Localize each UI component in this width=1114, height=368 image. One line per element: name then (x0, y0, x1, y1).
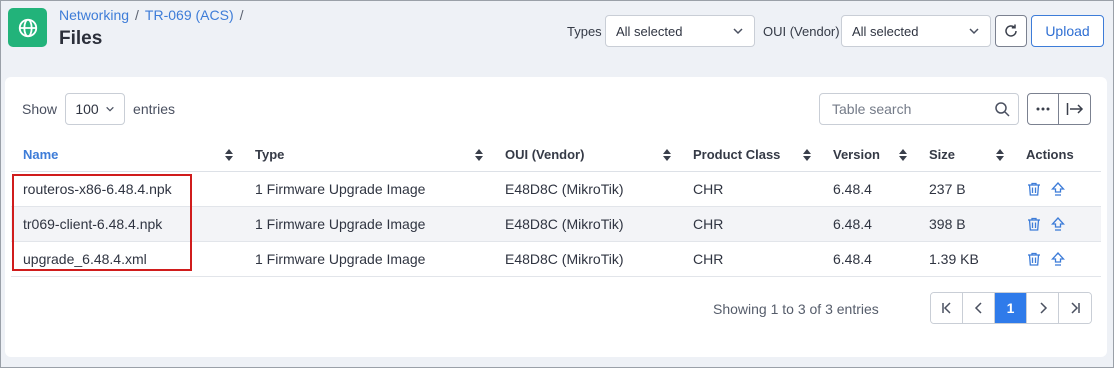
column-header-product-class[interactable]: Product Class (681, 139, 821, 172)
last-page-button[interactable] (1059, 293, 1091, 323)
table-header-row: Name Type OUI (Vendor) Product Class Ver… (11, 139, 1101, 172)
sort-icon (475, 149, 483, 161)
upload-arrow-icon[interactable] (1050, 216, 1066, 232)
types-label: Types (567, 24, 602, 39)
table-row: routeros-x86-6.48.4.npk 1 Firmware Upgra… (11, 171, 1101, 207)
cell-type: 1 Firmware Upgrade Image (243, 171, 493, 207)
breadcrumb-separator: / (135, 7, 139, 23)
cell-oui: E48D8C (MikroTik) (493, 171, 681, 207)
first-page-icon (941, 302, 951, 314)
entries-label: entries (133, 101, 176, 117)
trash-icon[interactable] (1026, 216, 1042, 232)
showing-entries-text: Showing 1 to 3 of 3 entries (713, 301, 879, 317)
trash-icon[interactable] (1026, 181, 1042, 197)
chevron-down-icon (733, 28, 743, 35)
table-row: upgrade_6.48.4.xml 1 Firmware Upgrade Im… (11, 241, 1101, 277)
sort-icon (803, 149, 811, 161)
cell-name[interactable]: upgrade_6.48.4.xml (11, 241, 243, 277)
cell-actions (1014, 206, 1101, 242)
more-options-button[interactable] (1028, 94, 1060, 124)
column-header-version[interactable]: Version (821, 139, 917, 172)
arrow-right-bar-icon (1066, 103, 1083, 115)
column-header-name[interactable]: Name (11, 139, 243, 172)
column-header-label: OUI (Vendor) (505, 147, 585, 163)
oui-select-value: All selected (852, 23, 919, 39)
cell-name[interactable]: tr069-client-6.48.4.npk (11, 206, 243, 242)
chevron-left-icon (974, 302, 982, 314)
cell-type: 1 Firmware Upgrade Image (243, 206, 493, 242)
cell-size: 1.39 KB (917, 241, 1014, 277)
cell-name[interactable]: routeros-x86-6.48.4.npk (11, 171, 243, 207)
column-header-type[interactable]: Type (243, 139, 493, 172)
oui-label: OUI (Vendor) (763, 24, 840, 39)
column-header-label: Name (23, 147, 59, 163)
column-header-size[interactable]: Size (917, 139, 1014, 172)
sort-icon (225, 149, 233, 161)
trash-icon[interactable] (1026, 251, 1042, 267)
column-header-oui[interactable]: OUI (Vendor) (493, 139, 681, 172)
cell-version: 6.48.4 (821, 241, 917, 277)
oui-select[interactable]: All selected (841, 15, 991, 47)
breadcrumb-networking[interactable]: Networking (59, 7, 129, 23)
cell-product-class: CHR (681, 171, 821, 207)
refresh-button[interactable] (995, 15, 1027, 47)
upload-arrow-icon[interactable] (1050, 181, 1066, 197)
page-number-current[interactable]: 1 (995, 293, 1027, 323)
previous-page-button[interactable] (963, 293, 995, 323)
cell-oui: E48D8C (MikroTik) (493, 241, 681, 277)
table-tools (1027, 93, 1091, 125)
cell-size: 398 B (917, 206, 1014, 242)
first-page-button[interactable] (931, 293, 963, 323)
cell-product-class: CHR (681, 241, 821, 277)
column-header-label: Product Class (693, 147, 781, 163)
show-label: Show (22, 101, 58, 117)
show-entries: Show 100 entries (22, 93, 175, 125)
chevron-down-icon (105, 106, 114, 112)
column-header-label: Size (929, 147, 956, 163)
files-card: Show 100 entries Name (5, 77, 1107, 357)
search-icon (995, 102, 1010, 117)
column-header-actions: Actions (1014, 139, 1101, 172)
cell-actions (1014, 241, 1101, 277)
next-page-button[interactable] (1027, 293, 1059, 323)
export-button[interactable] (1059, 94, 1090, 124)
types-select-value: All selected (616, 23, 683, 39)
sort-icon (996, 149, 1004, 161)
more-horizontal-icon (1036, 107, 1050, 111)
cell-type: 1 Firmware Upgrade Image (243, 241, 493, 277)
refresh-icon (1005, 24, 1017, 37)
sort-icon (899, 149, 907, 161)
pagination: 1 (930, 292, 1092, 324)
table-search-input[interactable] (832, 101, 994, 117)
page-header: Networking / TR-069 (ACS) / Files Types … (1, 1, 1113, 69)
chevron-right-icon (1039, 302, 1047, 314)
page-size-value: 100 (75, 101, 99, 117)
chevron-down-icon (969, 28, 979, 35)
breadcrumb-tr069[interactable]: TR-069 (ACS) (145, 7, 234, 23)
cell-oui: E48D8C (MikroTik) (493, 206, 681, 242)
column-header-label: Actions (1026, 147, 1074, 163)
cell-actions (1014, 171, 1101, 207)
breadcrumb: Networking / TR-069 (ACS) / (59, 7, 244, 23)
upload-arrow-icon[interactable] (1050, 251, 1066, 267)
column-header-label: Type (255, 147, 285, 163)
table-search[interactable] (819, 93, 1019, 125)
types-select[interactable]: All selected (605, 15, 755, 47)
page-title: Files (59, 28, 103, 49)
files-table: Name Type OUI (Vendor) Product Class Ver… (11, 139, 1101, 277)
globe-icon (8, 8, 47, 47)
upload-button[interactable]: Upload (1031, 15, 1104, 47)
sort-icon (663, 149, 671, 161)
table-row: tr069-client-6.48.4.npk 1 Firmware Upgra… (11, 206, 1101, 242)
cell-product-class: CHR (681, 206, 821, 242)
cell-version: 6.48.4 (821, 206, 917, 242)
last-page-icon (1071, 302, 1080, 314)
column-header-label: Version (833, 147, 880, 163)
cell-size: 237 B (917, 171, 1014, 207)
page-size-select[interactable]: 100 (65, 93, 126, 125)
breadcrumb-separator: / (239, 7, 244, 23)
cell-version: 6.48.4 (821, 171, 917, 207)
